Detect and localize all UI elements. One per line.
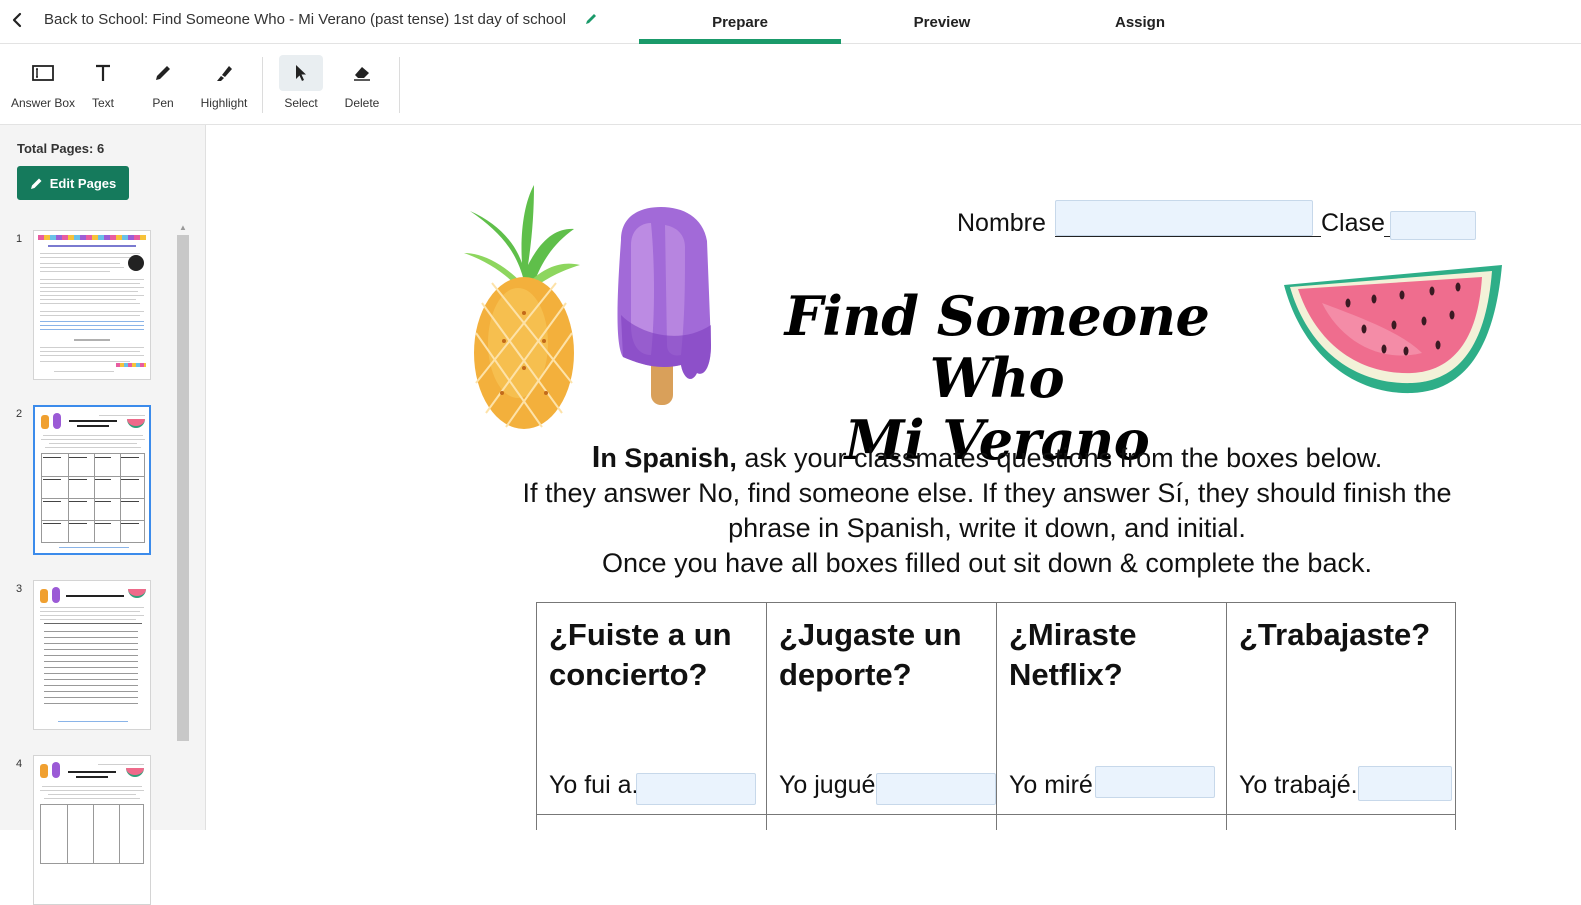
pen-icon	[141, 55, 185, 91]
pineapple-illustration	[464, 185, 580, 429]
instructions-line-2: If they answer No, find someone else. If…	[522, 478, 1452, 543]
instructions-line-1: In Spanish, ask your classmates question…	[487, 439, 1487, 476]
cursor-icon	[279, 55, 323, 91]
thumbnail-banner	[38, 235, 146, 240]
tool-label: Pen	[152, 96, 174, 110]
page-number: 3	[16, 583, 23, 595]
tool-label: Highlight	[200, 96, 248, 110]
page-sidebar: Total Pages: 6 Edit Pages ▲ 1 2 3 4	[0, 125, 206, 905]
page-number: 2	[16, 408, 23, 420]
tool-label: Delete	[344, 96, 380, 110]
answer-box-deporte[interactable]	[876, 773, 996, 805]
edit-title-pencil-icon[interactable]	[584, 12, 598, 26]
tab-prepare[interactable]: Prepare	[639, 0, 841, 44]
tab-preview[interactable]: Preview	[842, 0, 1042, 44]
toolbar-divider	[399, 57, 400, 113]
scroll-up-arrow-icon[interactable]: ▲	[176, 222, 190, 232]
page-number: 4	[16, 758, 23, 770]
edit-pages-label: Edit Pages	[49, 175, 117, 191]
page-thumbnail-3[interactable]	[33, 580, 151, 730]
answer-box-icon	[21, 55, 65, 91]
answer-box-netflix[interactable]	[1095, 766, 1215, 798]
highlight-tool[interactable]: Highlight	[192, 55, 256, 117]
watermelon-illustration	[1284, 265, 1502, 394]
sidebar-scrollbar[interactable]: ▲	[176, 222, 190, 830]
edit-pages-button[interactable]: Edit Pages	[17, 166, 129, 200]
page-number: 1	[16, 233, 23, 245]
text-tool[interactable]: Text	[71, 55, 135, 117]
nombre-underline	[1055, 236, 1321, 237]
nombre-label: Nombre	[957, 209, 1046, 237]
cell-question: ¿Miraste Netflix?	[1009, 617, 1137, 692]
worksheet-page: Nombre Clase Find Someone Who Mi Verano …	[207, 125, 1581, 830]
total-pages-label: Total Pages: 6	[17, 141, 105, 156]
tool-label: Select	[284, 96, 318, 110]
answer-box-concierto[interactable]	[636, 773, 756, 805]
thumbnail-logo	[128, 255, 144, 271]
worksheet-title-line-1: Find Someone Who	[784, 284, 1210, 410]
pen-tool[interactable]: Pen	[131, 55, 195, 117]
answer-box-trabajaste[interactable]	[1358, 766, 1452, 801]
popsicle-illustration	[617, 207, 711, 405]
cell-question: ¿Trabajaste?	[1239, 617, 1431, 652]
top-bar: Back to School: Find Someone Who - Mi Ve…	[0, 0, 1581, 44]
cell-answer-prompt: Yo fui a.	[549, 771, 639, 799]
toolbar-divider	[262, 57, 263, 113]
grid-row-divider	[536, 814, 1456, 815]
pencil-icon	[30, 178, 42, 189]
annotation-toolbar: Answer Box Text Pen Highlight Select Del…	[0, 45, 1581, 125]
eraser-icon	[340, 55, 384, 91]
cell-answer-prompt: Yo miré	[1009, 771, 1093, 799]
cell-question: ¿Fuiste a un concierto?	[549, 617, 732, 692]
instr-bold: n Spanish,	[600, 443, 737, 473]
delete-tool[interactable]: Delete	[330, 55, 394, 117]
select-tool[interactable]: Select	[269, 55, 333, 117]
instructions: In Spanish, ask your classmates question…	[487, 439, 1487, 581]
instr-line-1-rest: ask your classmates questions from the b…	[736, 443, 1383, 473]
page-thumbnail-4[interactable]	[33, 755, 151, 905]
nombre-answer-box[interactable]	[1055, 200, 1313, 236]
text-icon	[81, 55, 125, 91]
tool-label: Answer Box	[10, 96, 76, 110]
answer-box-tool[interactable]: Answer Box	[11, 55, 75, 117]
back-arrow-icon[interactable]	[6, 8, 28, 32]
cell-answer-prompt: Yo trabajé.	[1239, 771, 1358, 799]
document-canvas[interactable]: Nombre Clase Find Someone Who Mi Verano …	[207, 125, 1581, 830]
highlight-icon	[202, 55, 246, 91]
page-thumbnail-2[interactable]	[33, 405, 151, 555]
cell-question: ¿Jugaste un deporte?	[779, 617, 962, 692]
tool-label: Text	[91, 96, 114, 110]
instructions-line-3: Once you have all boxes filled out sit d…	[602, 548, 1372, 578]
document-title[interactable]: Back to School: Find Someone Who - Mi Ve…	[44, 11, 566, 28]
tab-assign[interactable]: Assign	[1042, 0, 1238, 44]
page-thumbnail-1[interactable]	[33, 230, 151, 380]
clase-label: Clase	[1321, 209, 1385, 237]
scrollbar-thumb[interactable]	[177, 235, 189, 741]
cell-answer-prompt: Yo jugué	[779, 771, 876, 799]
clase-answer-box[interactable]	[1390, 211, 1476, 240]
